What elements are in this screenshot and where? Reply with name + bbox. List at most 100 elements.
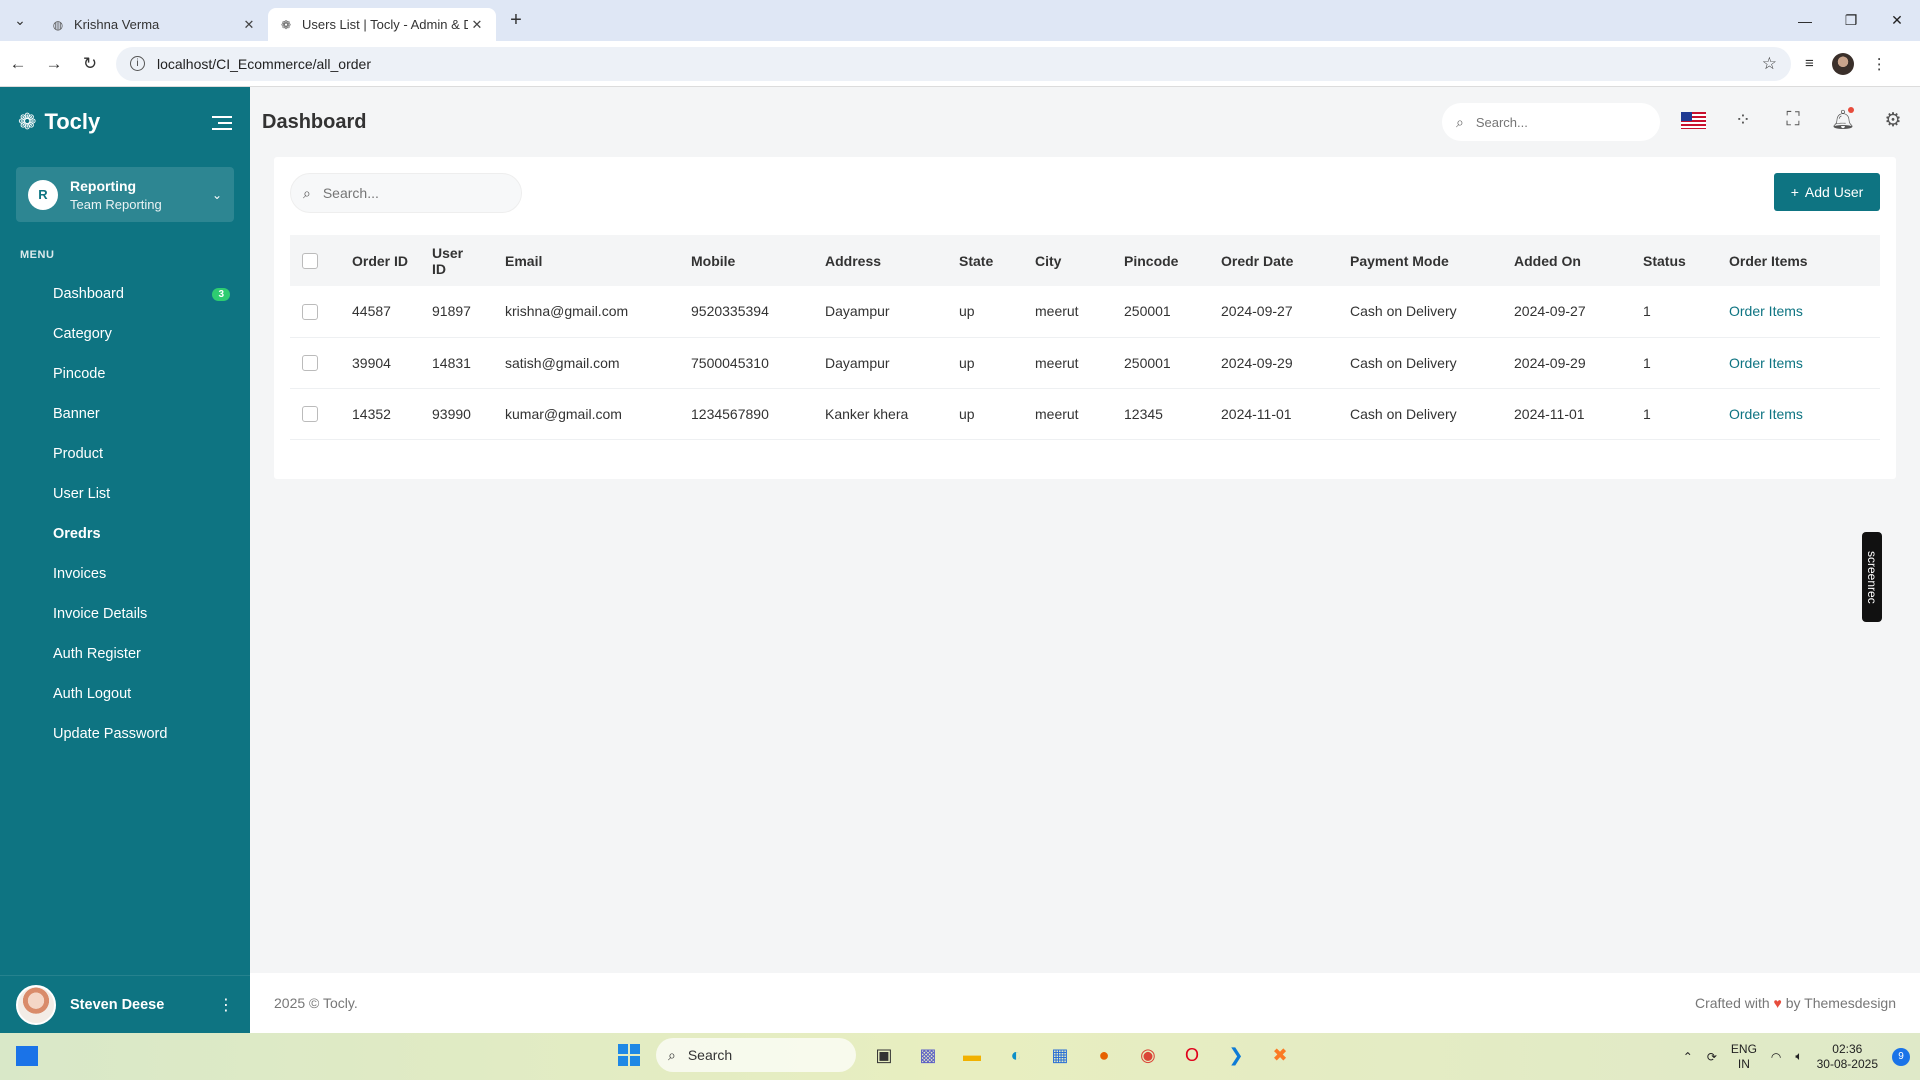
col-header[interactable]: Pincode (1112, 235, 1209, 286)
row-checkbox[interactable] (302, 303, 318, 320)
sidebar-item-pincode[interactable]: Pincode (0, 354, 250, 394)
cell-address: Dayampur (825, 303, 890, 320)
close-icon[interactable]: ✕ (468, 17, 486, 33)
sidebar-item-category[interactable]: Category (0, 314, 250, 354)
sidebar-item-invoices[interactable]: Invoices (0, 554, 250, 594)
file-explorer-icon[interactable]: ▬ (956, 1039, 988, 1071)
browser-tab-2-active[interactable]: ❁ Users List | Tocly - Admin & Da ✕ (268, 8, 496, 41)
xampp-icon[interactable]: ✖ (1264, 1039, 1296, 1071)
col-header[interactable]: Address (813, 235, 947, 286)
col-header[interactable]: Order Items (1717, 235, 1880, 286)
row-checkbox[interactable] (302, 406, 318, 423)
hamburger-menu-icon[interactable] (212, 112, 232, 134)
row-checkbox[interactable] (302, 355, 318, 372)
header-search[interactable]: ⌕ (1442, 103, 1660, 141)
tab-search-icon[interactable]: ⌄ (0, 0, 40, 41)
globe-icon: ◍ (52, 17, 64, 32)
col-header[interactable]: Payment Mode (1338, 235, 1502, 286)
sidebar-item-product[interactable]: Product (0, 434, 250, 474)
task-view-icon[interactable]: ▣ (868, 1039, 900, 1071)
table-search-input[interactable] (322, 185, 493, 201)
vscode-icon[interactable]: ❯ (1220, 1039, 1252, 1071)
order-items-link[interactable]: Order Items (1729, 355, 1803, 371)
browser-profile-avatar[interactable] (1831, 52, 1854, 75)
site-info-icon[interactable]: i (130, 56, 145, 71)
media-control-icon[interactable]: ≡ (1805, 55, 1814, 72)
chevron-up-icon[interactable]: ⌃ (1683, 1050, 1693, 1064)
notification-count-badge[interactable]: 9 (1892, 1047, 1910, 1066)
order-items-link[interactable]: Order Items (1729, 303, 1803, 319)
sidebar-user-profile[interactable]: Steven Deese ⋮ (0, 975, 250, 1033)
select-all-checkbox[interactable] (302, 253, 318, 270)
sidebar-item-banner[interactable]: Banner (0, 394, 250, 434)
col-header[interactable]: Mobile (679, 235, 813, 286)
cell-order-date: 2024-09-27 (1221, 303, 1293, 320)
col-header[interactable]: State (947, 235, 1023, 286)
sidebar-item-auth-register[interactable]: Auth Register (0, 634, 250, 674)
sidebar-item-invoice-details[interactable]: Invoice Details (0, 594, 250, 634)
reload-icon[interactable]: ↻ (72, 46, 108, 82)
close-window-icon[interactable]: ✕ (1874, 0, 1920, 41)
taskbar-search-label: Search (687, 1047, 733, 1063)
clock[interactable]: 02:36 30-08-2025 (1817, 1042, 1878, 1072)
sidebar-item-auth-logout[interactable]: Auth Logout (0, 674, 250, 714)
table-search[interactable]: ⌕ (290, 173, 522, 213)
new-tab-button[interactable]: + (500, 9, 532, 32)
sidebar-item-update-password[interactable]: Update Password (0, 714, 250, 754)
chrome-icon[interactable]: ◉ (1132, 1039, 1164, 1071)
edge-icon[interactable]: ◐ (1000, 1039, 1032, 1071)
restore-icon[interactable]: ❐ (1828, 0, 1874, 41)
cell-state: up (959, 405, 975, 422)
minimize-icon[interactable]: — (1782, 0, 1828, 41)
close-icon[interactable]: ✕ (240, 17, 258, 33)
cell-mobile: 7500045310 (691, 354, 769, 371)
screenrec-widget[interactable]: screenrec (1862, 532, 1882, 622)
cell-user-id: 91897 (432, 303, 471, 320)
order-items-link[interactable]: Order Items (1729, 406, 1803, 422)
col-header[interactable]: City (1023, 235, 1112, 286)
speaker-muted-icon[interactable]: 🔈︎ (1795, 1049, 1802, 1064)
teams-icon[interactable]: ▩ (912, 1039, 944, 1071)
col-header[interactable]: Oredr Date (1209, 235, 1338, 286)
firefox-icon[interactable]: ● (1088, 1039, 1120, 1071)
bookmark-star-icon[interactable]: ☆ (1762, 54, 1777, 74)
sidebar-item-label: User List (53, 486, 111, 502)
browser-tab-1[interactable]: ◍ Krishna Verma ✕ (40, 8, 268, 41)
add-user-button[interactable]: + Add User (1774, 173, 1880, 211)
orders-card: ⌕ + Add User Order ID User ID Email Mobil… (274, 157, 1896, 479)
cell-city: meerut (1035, 354, 1079, 371)
clock-time: 02:36 (1832, 1041, 1863, 1056)
sidebar-item-dashboard[interactable]: Dashboard 3 (0, 274, 250, 314)
footer-credit-suffix: by Themesdesign (1785, 995, 1896, 1011)
forward-icon[interactable]: → (36, 46, 72, 82)
language-flag-icon[interactable] (1680, 107, 1706, 133)
url-field[interactable]: i localhost/CI_Ecommerce/all_order ☆ (116, 46, 1791, 81)
opera-icon[interactable]: O (1176, 1039, 1208, 1071)
windows-start-icon[interactable] (614, 1040, 644, 1070)
browser-menu-icon[interactable]: ⋮ (1872, 55, 1887, 73)
sync-icon[interactable]: ⟳ (1707, 1050, 1717, 1064)
header-search-input[interactable] (1475, 114, 1626, 130)
more-vertical-icon[interactable]: ⋮ (218, 995, 234, 1015)
notification-badge: 3 (212, 287, 230, 301)
footer-credit-prefix: Crafted with (1694, 995, 1770, 1011)
apps-grid-icon[interactable]: ⁘ (1730, 107, 1756, 133)
widgets-icon[interactable] (16, 1046, 38, 1066)
wifi-icon[interactable]: ◠ (1771, 1050, 1781, 1064)
sidebar-item-orders[interactable]: Oredrs (0, 514, 250, 554)
store-icon[interactable]: ▦ (1044, 1039, 1076, 1071)
bell-icon[interactable]: 🔔︎ (1830, 107, 1856, 133)
back-icon[interactable]: ← (0, 46, 36, 82)
col-header[interactable]: Order ID (340, 235, 420, 286)
team-switcher[interactable]: R Reporting Team Reporting ⌄ (16, 167, 234, 222)
sidebar-item-user-list[interactable]: User List (0, 474, 250, 514)
taskbar-search[interactable]: ⌕ Search (656, 1038, 856, 1072)
fullscreen-icon[interactable]: ⛶ (1780, 107, 1806, 133)
col-header[interactable]: Added On (1502, 235, 1631, 286)
language-indicator[interactable]: ENG IN (1731, 1042, 1757, 1072)
brand-logo[interactable]: ❁ Tocly (18, 109, 100, 135)
col-header[interactable]: User ID (420, 235, 493, 286)
col-header[interactable]: Status (1631, 235, 1717, 286)
col-header[interactable]: Email (493, 235, 679, 286)
gear-icon[interactable]: ⚙ (1880, 107, 1906, 133)
